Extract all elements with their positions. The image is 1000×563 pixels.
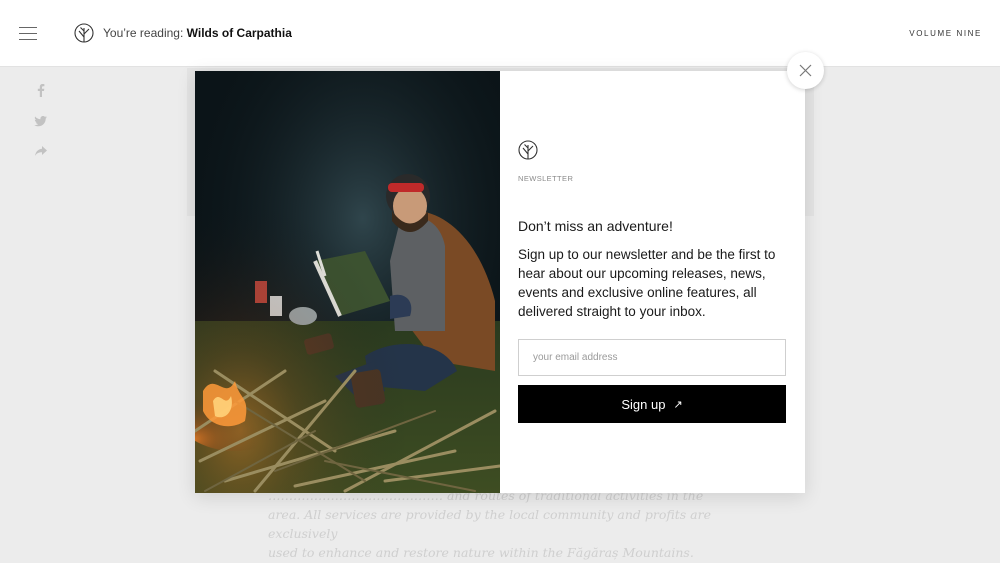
newsletter-modal: NEWSLETTER Don’t miss an adventure! Sign… — [195, 71, 805, 493]
newsletter-panel: NEWSLETTER Don’t miss an adventure! Sign… — [500, 71, 805, 493]
leaf-logo-icon — [518, 140, 538, 160]
newsletter-eyebrow: NEWSLETTER — [518, 174, 574, 183]
share-arrow-icon[interactable] — [34, 144, 48, 158]
arrow-up-right-icon: ↗ — [673, 398, 683, 411]
menu-icon[interactable] — [19, 27, 37, 41]
sign-up-label: Sign up — [621, 396, 666, 412]
reading-prefix: You’re reading: — [103, 26, 184, 40]
reading-title[interactable]: Wilds of Carpathia — [187, 26, 292, 40]
reading-indicator: You’re reading: Wilds of Carpathia — [103, 26, 292, 40]
facebook-icon[interactable] — [34, 83, 48, 97]
top-bar: You’re reading: Wilds of Carpathia VOLUM… — [0, 0, 1000, 67]
newsletter-description: Sign up to our newsletter and be the fir… — [518, 247, 776, 319]
newsletter-heading: Don’t miss an adventure! — [518, 218, 673, 234]
email-input[interactable] — [518, 339, 786, 376]
close-button[interactable] — [787, 52, 824, 89]
leaf-logo-icon[interactable] — [74, 23, 94, 43]
volume-label[interactable]: VOLUME NINE — [909, 29, 982, 38]
close-icon — [799, 64, 812, 77]
background-text-line: area. All services are provided by the l… — [268, 507, 711, 541]
campfire-reading-photo — [195, 71, 500, 493]
sign-up-button[interactable]: Sign up ↗ — [518, 385, 786, 423]
background-article-text: …………………………………… and routes of traditional… — [268, 486, 738, 562]
background-text-line: used to enhance and restore nature withi… — [268, 545, 694, 560]
twitter-icon[interactable] — [34, 114, 48, 128]
